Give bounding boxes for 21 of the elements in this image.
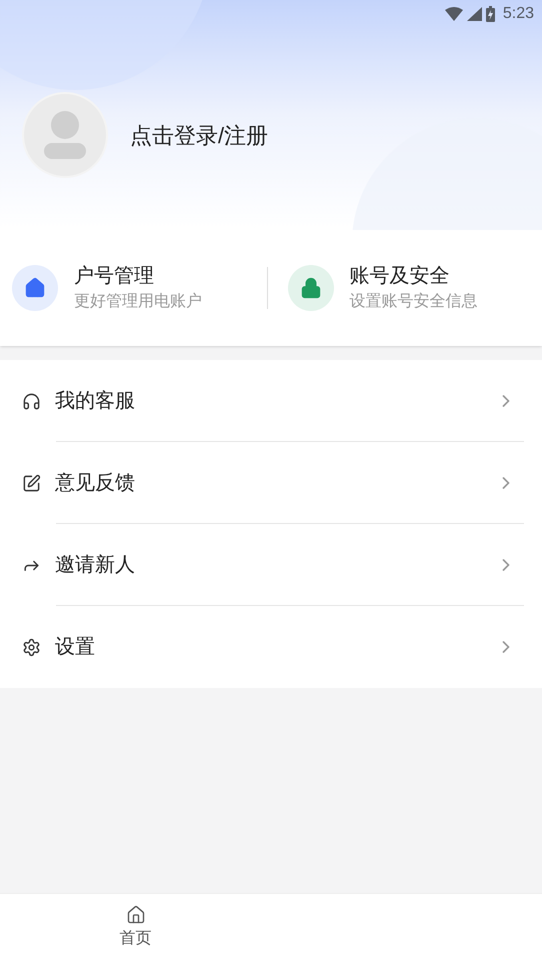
lock-icon (288, 265, 334, 311)
quick-card[interactable]: 账号及安全 设置账号安全信息 (268, 262, 542, 314)
card-subtitle: 更好管理用电账户 (74, 292, 202, 312)
card-title: 账号及安全 (350, 264, 450, 289)
card-title: 户号管理 (74, 264, 154, 289)
status-time: 5:23 (502, 4, 534, 24)
home-icon (12, 265, 58, 311)
card-subtitle: 设置账号安全信息 (350, 292, 478, 312)
menu-item[interactable]: 邀请新人 (0, 524, 542, 606)
home-icon (126, 905, 146, 925)
menu-item[interactable]: 设置 (0, 606, 542, 688)
menu-item[interactable]: 意见反馈 (0, 442, 542, 524)
headset-icon (22, 392, 41, 410)
wifi-icon (444, 7, 463, 21)
menu-item[interactable]: 我的客服 (0, 360, 542, 442)
signal-icon (466, 7, 482, 21)
quick-card[interactable]: 户号管理 更好管理用电账户 (0, 262, 266, 314)
battery-icon (486, 6, 495, 22)
edit-icon (22, 474, 41, 492)
login-link[interactable]: 点击登录/注册 (130, 118, 268, 152)
settings-icon (22, 638, 41, 656)
